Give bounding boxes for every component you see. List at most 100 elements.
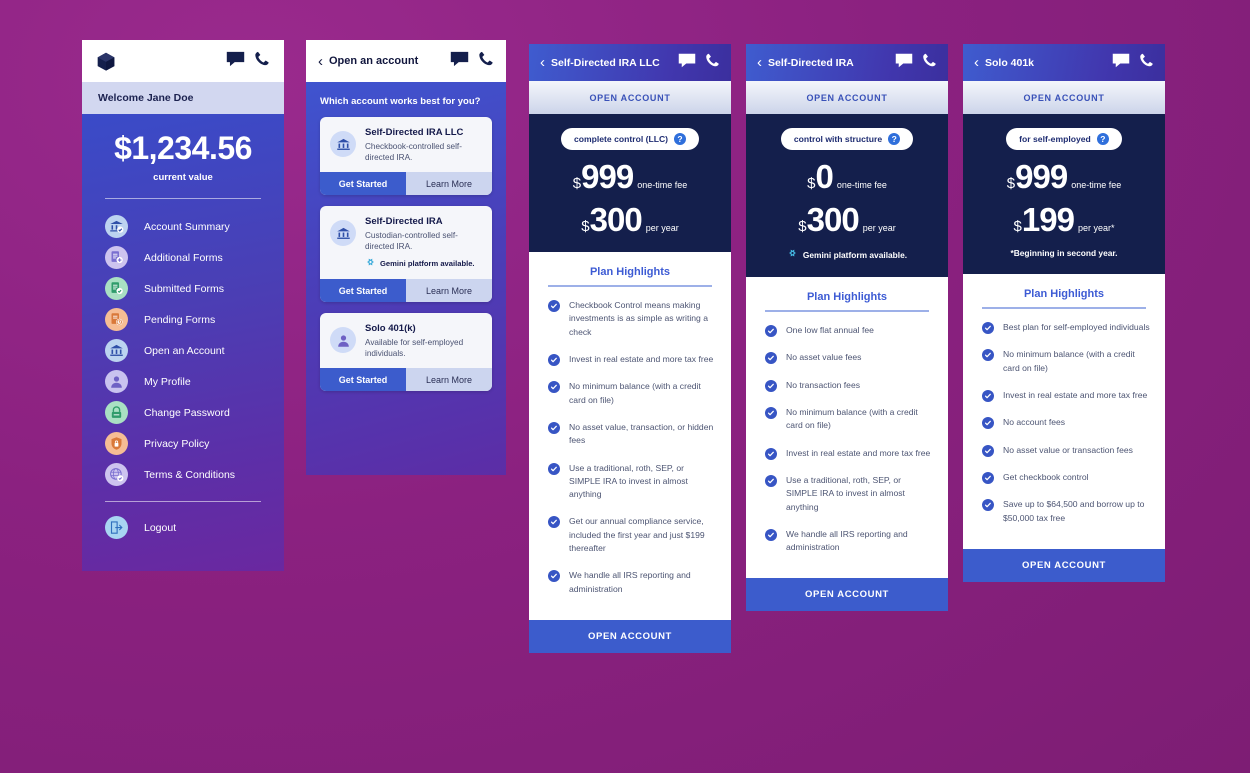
back-chevron-icon[interactable]: ‹ xyxy=(974,55,979,70)
sidebar-item-label: My Profile xyxy=(144,375,191,388)
form-plus-icon xyxy=(105,246,128,269)
highlight-text: No asset value, transaction, or hidden f… xyxy=(569,421,714,446)
divider xyxy=(982,307,1146,309)
highlight-text: We handle all IRS reporting and administ… xyxy=(569,570,691,594)
back-chevron-icon[interactable]: ‹ xyxy=(540,55,545,70)
open-account-top-button[interactable]: OPEN ACCOUNT xyxy=(963,81,1165,114)
plan-badge[interactable]: complete control (LLC) ? xyxy=(560,128,700,150)
plan-badge[interactable]: for self-employed ? xyxy=(1006,128,1122,150)
highlight-text: No minimum balance (with a credit card o… xyxy=(786,406,918,431)
plan-panel-solo-401k: ‹ Solo 401k OPEN ACCOUNT for self-employ… xyxy=(963,44,1165,681)
phone-icon[interactable] xyxy=(922,52,937,73)
dashboard-body: $1,234.56 current value Account Summary A… xyxy=(82,114,284,571)
sidebar-item-terms-conditions[interactable]: Terms & Conditions xyxy=(82,459,284,490)
highlight-item: Best plan for self-employed individuals xyxy=(963,321,1165,334)
open-account-top-button[interactable]: OPEN ACCOUNT xyxy=(529,81,731,114)
welcome-bar: Welcome Jane Doe xyxy=(82,82,284,114)
phone-icon[interactable] xyxy=(705,52,720,73)
chat-icon[interactable] xyxy=(678,53,696,73)
plan-price-block: control with structure ? $ 0 one-time fe… xyxy=(746,114,948,277)
sidebar-item-pending-forms[interactable]: Pending Forms xyxy=(82,304,284,335)
chat-icon[interactable] xyxy=(895,53,913,73)
sidebar-item-my-profile[interactable]: My Profile xyxy=(82,366,284,397)
plan-topbar: ‹ Self-Directed IRA LLC xyxy=(529,44,731,81)
account-card-title: Self-Directed IRA xyxy=(365,216,443,228)
account-card-actions: Get Started Learn More xyxy=(320,172,492,196)
dashboard-top-icons xyxy=(226,50,270,72)
open-account-title: Open an account xyxy=(329,55,419,67)
gemini-label: Gemini platform available. xyxy=(380,259,475,269)
highlight-item: Invest in real estate and more tax free xyxy=(529,353,731,366)
plan-highlights: Plan Highlights Checkbook Control means … xyxy=(529,252,731,620)
highlight-item: No minimum balance (with a credit card o… xyxy=(529,380,731,407)
plan-title: Self-Directed IRA xyxy=(768,56,854,69)
bank-check-icon xyxy=(105,215,128,238)
plan-top-icons xyxy=(678,52,720,73)
open-account-bottom-button[interactable]: OPEN ACCOUNT xyxy=(529,620,731,653)
sidebar-item-submitted-forms[interactable]: Submitted Forms xyxy=(82,273,284,304)
highlight-item: We handle all IRS reporting and administ… xyxy=(529,569,731,596)
get-started-button[interactable]: Get Started xyxy=(320,279,406,303)
help-icon[interactable]: ? xyxy=(888,133,901,145)
person-icon xyxy=(330,327,356,354)
chat-icon[interactable] xyxy=(450,51,469,72)
highlight-item: One low flat annual fee xyxy=(746,324,948,337)
plan-price-block: complete control (LLC) ? $ 999 one-time … xyxy=(529,114,731,252)
sidebar-item-open-an-account[interactable]: Open an Account xyxy=(82,335,284,366)
sidebar-item-label: Account Summary xyxy=(144,220,230,233)
check-icon xyxy=(548,570,560,583)
sidebar-item-label: Privacy Policy xyxy=(144,437,210,450)
learn-more-button[interactable]: Learn More xyxy=(406,279,492,303)
get-started-button[interactable]: Get Started xyxy=(320,368,406,392)
phone-icon[interactable] xyxy=(478,50,494,72)
plan-panel-self-directed-ira-llc: ‹ Self-Directed IRA LLC OPEN ACCOUNT com… xyxy=(529,44,731,726)
open-account-panel: ‹ Open an account Which account works be… xyxy=(306,40,506,475)
balance-label: current value xyxy=(153,172,213,183)
check-icon xyxy=(548,300,560,312)
dashboard-panel: Welcome Jane Doe $1,234.56 current value… xyxy=(82,40,284,571)
sidebar-item-logout[interactable]: Logout xyxy=(82,512,284,543)
bank-icon xyxy=(105,339,128,362)
chat-icon[interactable] xyxy=(226,51,245,72)
sidebar-item-label: Terms & Conditions xyxy=(144,468,236,481)
highlight-item: Get our annual compliance service, inclu… xyxy=(529,515,731,555)
open-top-icons xyxy=(450,50,494,72)
help-icon[interactable]: ? xyxy=(674,133,687,145)
gemini-label: Gemini platform available. xyxy=(802,249,908,260)
plan-badge[interactable]: control with structure ? xyxy=(780,128,914,150)
gemini-icon xyxy=(787,248,798,261)
form-check-icon xyxy=(105,277,128,300)
back-chevron-icon[interactable]: ‹ xyxy=(757,55,762,70)
highlight-item: Invest in real estate and more tax free xyxy=(963,389,1165,402)
learn-more-button[interactable]: Learn More xyxy=(406,172,492,196)
open-account-question: Which account works best for you? xyxy=(320,96,481,107)
price-unit: one-time fee xyxy=(1071,180,1122,190)
highlight-item: Save up to $64,500 and borrow up to $50,… xyxy=(963,498,1165,525)
help-icon[interactable]: ? xyxy=(1096,133,1109,145)
chat-icon[interactable] xyxy=(1112,53,1130,73)
sidebar-item-change-password[interactable]: Change Password xyxy=(82,397,284,428)
account-card-title: Solo 401(k) xyxy=(365,323,416,335)
check-icon xyxy=(982,471,994,484)
check-icon xyxy=(982,389,994,402)
open-account-top-button[interactable]: OPEN ACCOUNT xyxy=(746,81,948,114)
price-currency: $ xyxy=(581,218,590,235)
bank-icon xyxy=(330,131,356,157)
cube-logo-icon[interactable] xyxy=(96,51,116,72)
logout-icon xyxy=(105,516,128,539)
sidebar-item-account-summary[interactable]: Account Summary xyxy=(82,211,284,242)
open-account-bottom-button[interactable]: OPEN ACCOUNT xyxy=(963,548,1165,582)
open-account-bottom-button[interactable]: OPEN ACCOUNT xyxy=(746,578,948,612)
sidebar-item-additional-forms[interactable]: Additional Forms xyxy=(82,242,284,273)
phone-icon[interactable] xyxy=(1139,52,1154,73)
person-icon xyxy=(105,370,128,393)
highlight-item: No account fees xyxy=(963,416,1165,430)
sidebar-item-privacy-policy[interactable]: Privacy Policy xyxy=(82,428,284,459)
get-started-button[interactable]: Get Started xyxy=(320,172,406,196)
highlight-item: No asset value, transaction, or hidden f… xyxy=(529,421,731,448)
price-row: $ 999 one-time fee xyxy=(529,160,731,193)
back-chevron-icon[interactable]: ‹ xyxy=(318,54,323,69)
learn-more-button[interactable]: Learn More xyxy=(406,368,492,392)
plan-price-note: *Beginning in second year. xyxy=(1010,248,1118,258)
phone-icon[interactable] xyxy=(254,50,270,72)
